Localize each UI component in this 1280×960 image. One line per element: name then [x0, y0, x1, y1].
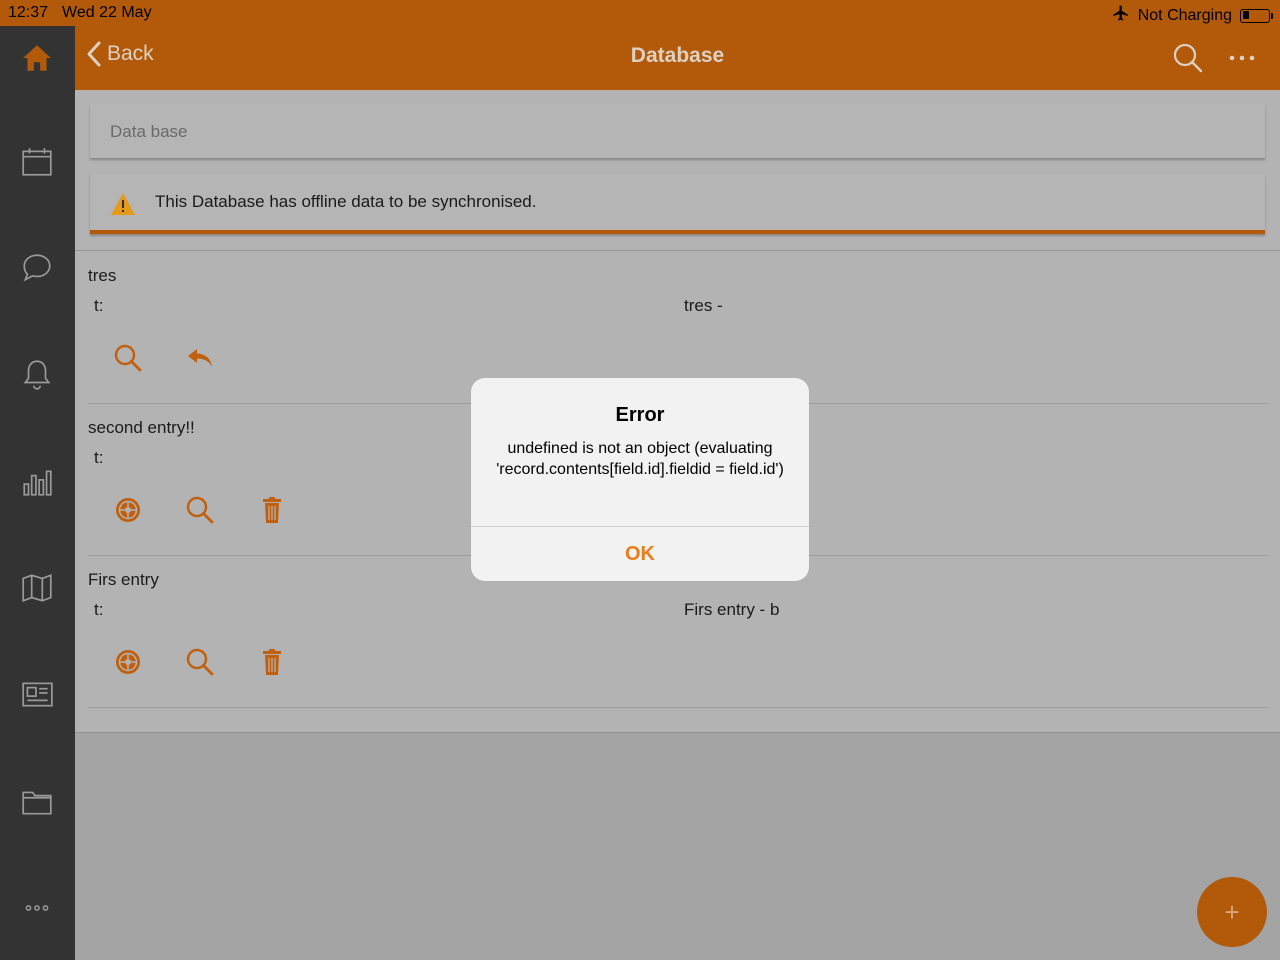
- charging-status: Not Charging: [1137, 6, 1232, 24]
- home-icon[interactable]: [17, 38, 57, 78]
- reply-icon: [188, 349, 212, 367]
- trash-icon: [263, 497, 281, 523]
- bell-icon[interactable]: [17, 354, 57, 394]
- record-field-label: t:: [94, 448, 104, 467]
- error-dialog: Error undefined is not an object (evalua…: [471, 378, 809, 581]
- dialog-message: undefined is not an object (evaluating '…: [496, 440, 784, 478]
- sidebar: [0, 26, 75, 960]
- folder-icon[interactable]: [17, 782, 57, 822]
- warning-icon: [110, 192, 136, 221]
- search-icon: [1173, 43, 1203, 73]
- record-field-value: tres -: [684, 296, 723, 315]
- edit-record-button[interactable]: [112, 494, 144, 526]
- dialog-title: Error: [615, 404, 665, 426]
- ellipsis-icon: [1229, 55, 1255, 61]
- record-title: Firs entry: [88, 570, 159, 589]
- record-title: second entry!!: [88, 418, 195, 437]
- ok-button[interactable]: OK: [471, 527, 809, 581]
- search-button[interactable]: [1172, 42, 1204, 79]
- newspaper-icon[interactable]: [17, 674, 57, 714]
- divider: [75, 250, 1280, 251]
- delete-record-button[interactable]: [256, 646, 288, 678]
- reply-record-button[interactable]: [184, 342, 216, 374]
- record-title: tres: [88, 266, 117, 285]
- database-name-field[interactable]: Data base: [90, 104, 1265, 158]
- view-record-button[interactable]: [184, 494, 216, 526]
- search-icon: [114, 344, 142, 372]
- gear-icon: [116, 498, 140, 522]
- map-icon[interactable]: [17, 568, 57, 608]
- record-field-value: Firs entry - b: [684, 600, 780, 619]
- chat-icon[interactable]: [17, 248, 57, 288]
- more-icon[interactable]: [17, 888, 57, 928]
- offline-notice: This Database has offline data to be syn…: [90, 174, 1265, 234]
- status-bar: 12:37 Wed 22 May Not Charging: [0, 0, 1280, 26]
- header: Back Database: [75, 26, 1280, 90]
- status-date: Wed 22 May: [62, 4, 152, 21]
- chart-icon[interactable]: [17, 462, 57, 502]
- add-record-button[interactable]: +: [1197, 877, 1267, 947]
- empty-area: [75, 732, 1280, 960]
- delete-record-button[interactable]: [256, 494, 288, 526]
- more-options-button[interactable]: [1227, 42, 1257, 79]
- search-icon: [186, 648, 214, 676]
- edit-record-button[interactable]: [112, 646, 144, 678]
- status-time: 12:37: [8, 4, 49, 21]
- view-record-button[interactable]: [184, 646, 216, 678]
- record-field-label: t:: [94, 296, 104, 315]
- battery-icon: [1240, 8, 1273, 23]
- airplane-icon: [1112, 4, 1130, 27]
- search-icon: [186, 496, 214, 524]
- view-record-button[interactable]: [112, 342, 144, 374]
- gear-icon: [116, 650, 140, 674]
- calendar-icon[interactable]: [17, 142, 57, 182]
- trash-icon: [263, 649, 281, 675]
- record-field-label: t:: [94, 600, 104, 619]
- page-title: Database: [630, 44, 725, 67]
- offline-notice-text: This Database has offline data to be syn…: [155, 192, 537, 211]
- plus-icon: +: [1224, 896, 1240, 927]
